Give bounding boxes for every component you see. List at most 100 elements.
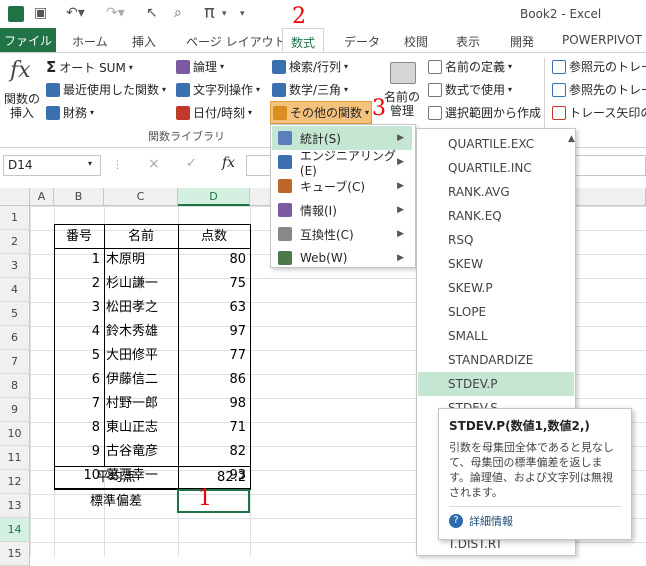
table-cell[interactable]: 5 — [54, 344, 100, 368]
row-header[interactable]: 9 — [0, 398, 30, 422]
table-cell[interactable]: 6 — [54, 368, 100, 392]
average-label[interactable]: 平均点 — [54, 466, 178, 490]
submenu-item[interactable]: SKEW — [418, 252, 574, 276]
table-cell[interactable]: 2 — [54, 272, 100, 296]
tab-formulas[interactable]: 数式 — [282, 28, 325, 53]
submenu-item[interactable]: RANK.EQ — [418, 204, 574, 228]
stdev-label[interactable]: 標準偏差 — [54, 490, 178, 514]
cancel-icon[interactable]: × — [148, 156, 160, 172]
table-cell[interactable]: 木原明 — [106, 248, 178, 272]
pi-dropdown-icon[interactable]: ▾ — [222, 9, 227, 19]
lookup-button[interactable]: 検索/行列 ▾ — [272, 58, 348, 75]
more-functions-button[interactable]: その他の関数 ▾ — [270, 101, 373, 124]
customize-qa-icon[interactable]: ▾ — [240, 9, 245, 19]
menu-item-cube[interactable]: キューブ(C) ▶ — [272, 174, 412, 198]
formula-bar-options-icon[interactable]: ⋮ — [112, 158, 123, 171]
row-header[interactable]: 14 — [0, 518, 30, 542]
menu-item-compatibility[interactable]: 互換性(C) ▶ — [272, 222, 412, 246]
submenu-item[interactable]: QUARTILE.INC — [418, 156, 574, 180]
row-header[interactable]: 4 — [0, 278, 30, 302]
row-header[interactable]: 13 — [0, 494, 30, 518]
table-cell[interactable]: 71 — [178, 416, 246, 440]
row-header[interactable]: 5 — [0, 302, 30, 326]
column-header-b[interactable]: B — [54, 188, 104, 206]
define-name-button[interactable]: 名前の定義 ▾ — [428, 58, 512, 75]
tab-powerpivot[interactable]: POWERPIVOT — [562, 33, 642, 47]
name-manager-button[interactable]: 名前の 管理 — [384, 90, 420, 118]
pi-icon[interactable]: π — [204, 2, 215, 23]
submenu-item[interactable]: RANK.AVG — [418, 180, 574, 204]
active-cell-d14[interactable] — [177, 489, 250, 513]
table-cell[interactable]: 3 — [54, 296, 100, 320]
row-header[interactable]: 7 — [0, 350, 30, 374]
insert-function-icon[interactable]: fx — [222, 155, 235, 171]
table-cell[interactable]: 82 — [178, 440, 246, 464]
tab-insert[interactable]: 挿入 — [132, 33, 156, 50]
column-header-d[interactable]: D — [178, 188, 250, 206]
table-cell[interactable]: 77 — [178, 344, 246, 368]
row-header[interactable]: 15 — [0, 542, 30, 566]
print-preview-icon[interactable]: ⌕ — [174, 5, 182, 21]
submenu-item-stdev-p[interactable]: STDEV.P — [418, 372, 574, 396]
table-cell[interactable]: 村野一郎 — [106, 392, 178, 416]
submenu-item[interactable]: RSQ — [418, 228, 574, 252]
submenu-item[interactable]: QUARTILE.EXC — [418, 132, 574, 156]
create-from-selection-button[interactable]: 選択範囲から作成 — [428, 104, 541, 121]
use-in-formula-button[interactable]: 数式で使用 ▾ — [428, 81, 512, 98]
table-cell[interactable]: 杉山謙一 — [106, 272, 178, 296]
table-header-cell[interactable]: 名前 — [104, 225, 178, 249]
tab-review[interactable]: 校閲 — [404, 33, 428, 50]
text-functions-button[interactable]: 文字列操作 ▾ — [176, 81, 260, 98]
recent-functions-button[interactable]: 最近使用した関数 ▾ — [46, 81, 166, 98]
row-header[interactable]: 12 — [0, 470, 30, 494]
average-value[interactable]: 82.2 — [178, 466, 246, 490]
undo-icon[interactable]: ↶▾ — [66, 5, 85, 21]
row-header[interactable]: 10 — [0, 422, 30, 446]
table-cell[interactable]: 80 — [178, 248, 246, 272]
table-cell[interactable]: 東山正志 — [106, 416, 178, 440]
table-cell[interactable]: 古谷竜彦 — [106, 440, 178, 464]
row-header[interactable]: 2 — [0, 230, 30, 254]
menu-item-information[interactable]: 情報(I) ▶ — [272, 198, 412, 222]
table-cell[interactable]: 63 — [178, 296, 246, 320]
row-header[interactable]: 6 — [0, 326, 30, 350]
table-cell[interactable]: 大田修平 — [106, 344, 178, 368]
tab-page-layout[interactable]: ページ レイアウト — [186, 33, 286, 50]
tooltip-help-link[interactable]: ? 詳細情報 — [449, 506, 621, 529]
tab-home[interactable]: ホーム — [72, 33, 108, 50]
table-cell[interactable]: 松田孝之 — [106, 296, 178, 320]
insert-function-button[interactable]: 関数の 挿入 — [4, 92, 40, 120]
table-cell[interactable]: 1 — [54, 248, 100, 272]
submenu-item[interactable]: STANDARDIZE — [418, 348, 574, 372]
menu-item-engineering[interactable]: エンジニアリング(E) ▶ — [272, 149, 412, 178]
column-header-c[interactable]: C — [104, 188, 178, 206]
save-icon[interactable]: ▣ — [34, 5, 47, 21]
name-box[interactable]: D14 — [3, 155, 101, 176]
table-header-cell[interactable]: 点数 — [178, 225, 250, 249]
tab-view[interactable]: 表示 — [456, 33, 480, 50]
row-header[interactable]: 3 — [0, 254, 30, 278]
select-all-corner[interactable] — [0, 188, 30, 206]
datetime-button[interactable]: 日付/時刻 ▾ — [176, 104, 252, 121]
table-cell[interactable]: 98 — [178, 392, 246, 416]
tab-data[interactable]: データ — [344, 33, 380, 50]
enter-icon[interactable]: ✓ — [186, 156, 197, 171]
row-header[interactable]: 1 — [0, 206, 30, 230]
logical-button[interactable]: 論理 ▾ — [176, 58, 224, 75]
table-cell[interactable]: 鈴木秀雄 — [106, 320, 178, 344]
table-cell[interactable]: 9 — [54, 440, 100, 464]
submenu-item[interactable]: SKEW.P — [418, 276, 574, 300]
submenu-item[interactable]: SMALL — [418, 324, 574, 348]
math-button[interactable]: 数学/三角 ▾ — [272, 81, 348, 98]
table-cell[interactable]: 7 — [54, 392, 100, 416]
submenu-item[interactable]: SLOPE — [418, 300, 574, 324]
tab-developer[interactable]: 開発 — [510, 33, 534, 50]
table-cell[interactable]: 86 — [178, 368, 246, 392]
financial-button[interactable]: 財務 ▾ — [46, 104, 94, 121]
table-cell[interactable]: 97 — [178, 320, 246, 344]
trace-precedents-button[interactable]: 参照元のトレー — [552, 58, 646, 75]
remove-arrows-button[interactable]: トレース矢印の — [552, 104, 646, 121]
column-header-a[interactable]: A — [30, 188, 54, 206]
tab-file[interactable]: ファイル — [0, 28, 56, 52]
autosum-button[interactable]: Σ オート SUM ▾ — [46, 58, 133, 76]
